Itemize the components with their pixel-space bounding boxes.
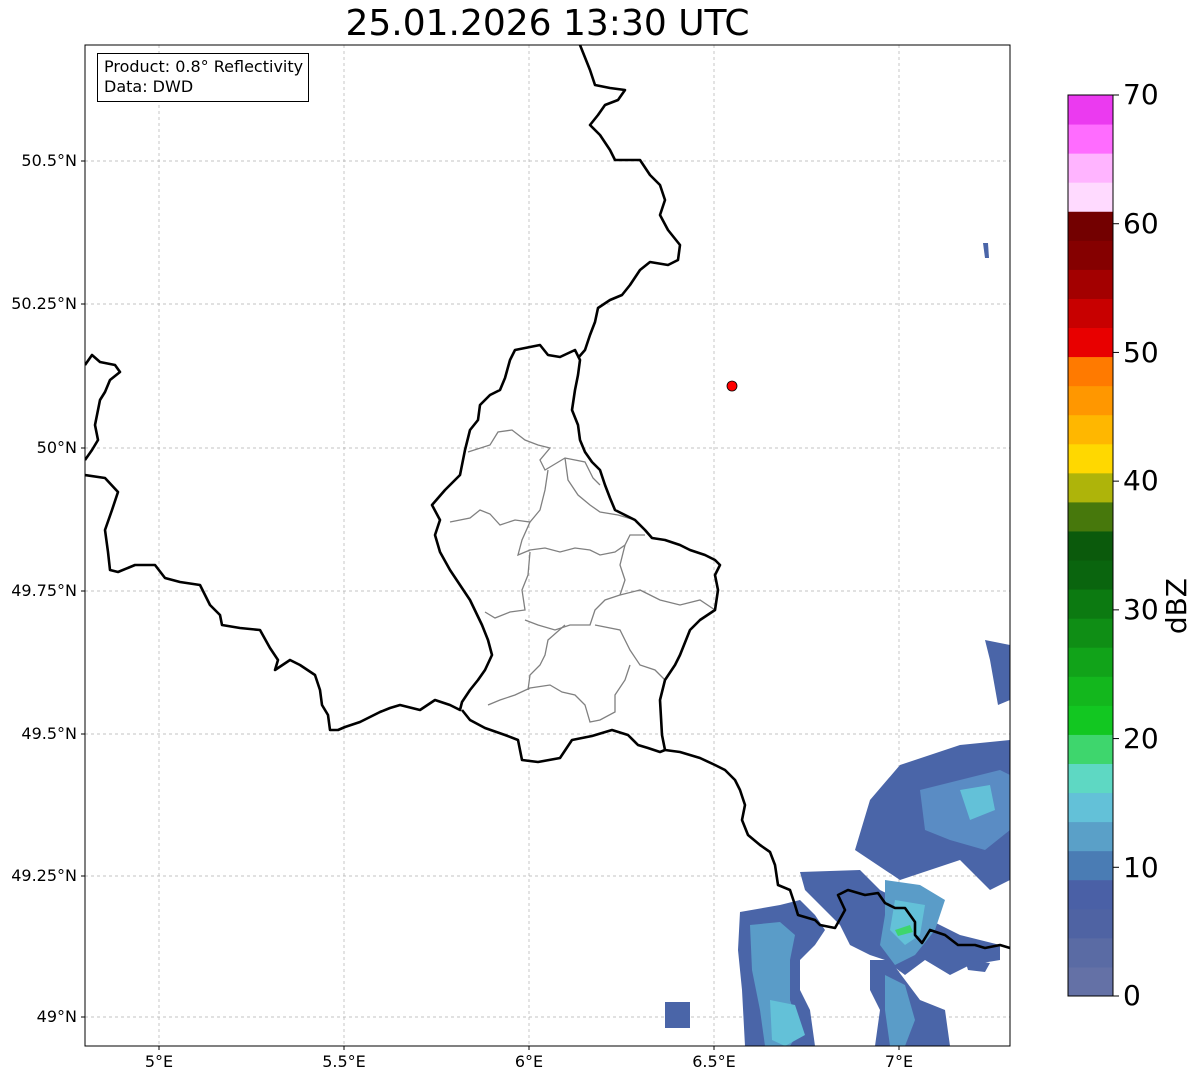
colorbar-segment bbox=[1068, 647, 1113, 677]
colorbar-segment bbox=[1068, 908, 1113, 939]
colorbar-segment bbox=[1068, 124, 1113, 154]
colorbar-segment bbox=[1068, 385, 1113, 416]
colorbar-tick-label: 70 bbox=[1123, 78, 1159, 111]
colorbar-tick-label: 30 bbox=[1123, 593, 1159, 626]
colorbar-segment bbox=[1068, 966, 1113, 997]
colorbar-tick-label: 50 bbox=[1123, 336, 1159, 369]
colorbar-segment bbox=[1068, 414, 1113, 445]
colorbar bbox=[1068, 95, 1113, 997]
colorbar-tick-label: 60 bbox=[1123, 207, 1159, 240]
product-info-box: Product: 0.8° Reflectivity Data: DWD bbox=[97, 53, 310, 102]
lat-label: 50.5°N bbox=[21, 151, 77, 170]
colorbar-segment bbox=[1068, 705, 1113, 735]
lat-label: 49.75°N bbox=[11, 581, 77, 600]
colorbar-segment bbox=[1068, 763, 1113, 794]
lon-label: 6°E bbox=[514, 1052, 544, 1071]
colorbar-tick-label: 20 bbox=[1123, 722, 1159, 755]
colorbar-segment bbox=[1068, 356, 1113, 387]
colorbar-segment bbox=[1068, 211, 1113, 241]
colorbar-segment bbox=[1068, 95, 1113, 125]
colorbar-segment bbox=[1068, 560, 1113, 590]
colorbar-segment bbox=[1068, 821, 1113, 852]
colorbar-segment bbox=[1068, 937, 1113, 968]
lon-label: 7°E bbox=[884, 1052, 914, 1071]
colorbar-segment bbox=[1068, 443, 1113, 474]
colorbar-segment bbox=[1068, 240, 1113, 270]
colorbar-segment bbox=[1068, 153, 1113, 183]
y-tick-marks bbox=[81, 160, 85, 1018]
radar-map bbox=[81, 44, 1119, 1050]
colorbar-segment bbox=[1068, 327, 1113, 358]
colorbar-segment bbox=[1068, 269, 1113, 299]
colorbar-segment bbox=[1068, 298, 1113, 329]
colorbar-segment bbox=[1068, 182, 1113, 212]
colorbar-segment bbox=[1068, 676, 1113, 706]
lat-label: 49.25°N bbox=[11, 866, 77, 885]
colorbar-segment bbox=[1068, 734, 1113, 764]
lat-label: 50°N bbox=[36, 438, 77, 457]
colorbar-tick-label: 0 bbox=[1123, 979, 1141, 1012]
colorbar-segment bbox=[1068, 850, 1113, 881]
colorbar-segment bbox=[1068, 618, 1113, 648]
lon-label: 5.5°E bbox=[322, 1052, 366, 1071]
lat-label: 49°N bbox=[36, 1007, 77, 1026]
lon-label: 5°E bbox=[144, 1052, 174, 1071]
colorbar-tick-label: 40 bbox=[1123, 464, 1159, 497]
product-label: Product: 0.8° Reflectivity bbox=[104, 57, 304, 76]
colorbar-segment bbox=[1068, 589, 1113, 619]
colorbar-unit-container: dBZ bbox=[1160, 578, 1202, 638]
colorbar-segment bbox=[1068, 501, 1113, 532]
colorbar-segment bbox=[1068, 792, 1113, 823]
colorbar-tick-label: 10 bbox=[1123, 851, 1159, 884]
colorbar-segment bbox=[1068, 879, 1113, 910]
x-tick-marks bbox=[158, 1046, 900, 1050]
colorbar-tick-marks bbox=[1113, 94, 1119, 997]
colorbar-unit-label: dBZ bbox=[1160, 578, 1193, 635]
lat-label: 49.5°N bbox=[21, 724, 77, 743]
colorbar-segment bbox=[1068, 530, 1113, 561]
data-source-label: Data: DWD bbox=[104, 77, 194, 96]
lat-label: 50.25°N bbox=[11, 294, 77, 313]
radar-site-marker bbox=[726, 380, 738, 392]
colorbar-segment bbox=[1068, 472, 1113, 503]
lon-label: 6.5°E bbox=[692, 1052, 736, 1071]
